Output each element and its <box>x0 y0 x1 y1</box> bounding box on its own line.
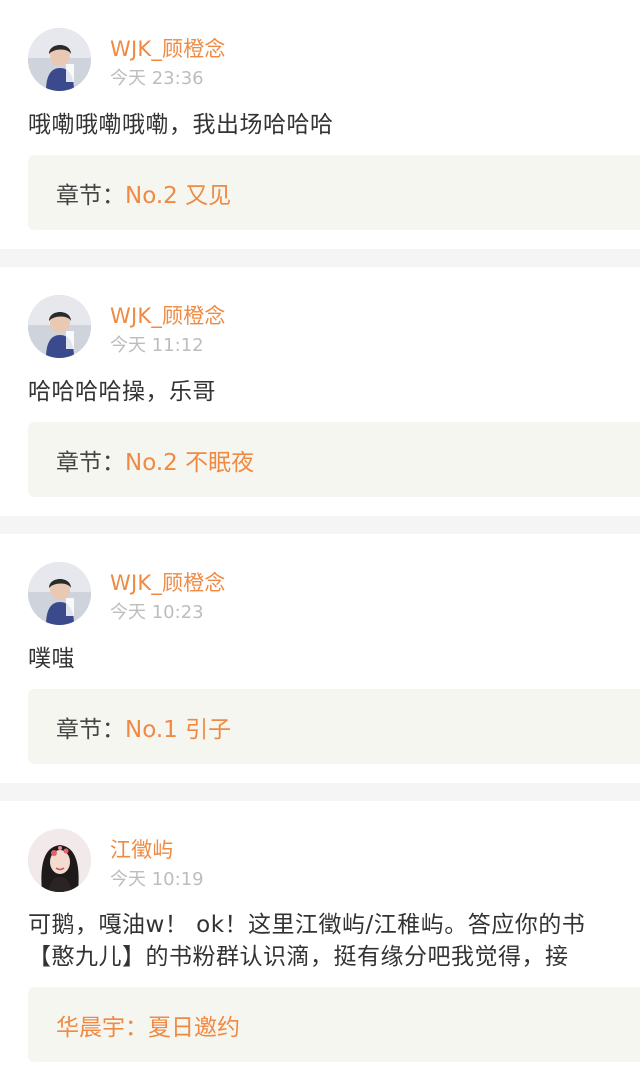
boy-avatar-icon <box>28 562 91 625</box>
comment-feed: WJK_顾橙念 今天 23:36 哦嘞哦嘞哦嘞，我出场哈哈哈 章节： No.2 … <box>0 0 640 1073</box>
username[interactable]: WJK_顾橙念 <box>110 567 226 597</box>
comment-card[interactable]: WJK_顾橙念 今天 11:12 哈哈哈哈操，乐哥 章节： No.2 不眠夜 <box>0 267 640 516</box>
boy-avatar-icon <box>28 28 91 91</box>
book-title: 华晨宇：夏日邀约 <box>56 1014 240 1041</box>
chapter-label: 章节： <box>56 716 125 743</box>
girl-avatar-icon <box>28 829 91 892</box>
chapter-label: 章节： <box>56 449 125 476</box>
avatar[interactable] <box>28 562 91 625</box>
avatar[interactable] <box>28 829 91 892</box>
timestamp: 今天 10:19 <box>110 869 204 890</box>
comment-text-line: 可鹅，嘎油w！ ok！这里江徵屿/江稚屿。答应你的书 <box>28 912 586 938</box>
chapter-title: No.2 不眠夜 <box>125 449 255 476</box>
avatar[interactable] <box>28 28 91 91</box>
chapter-link[interactable]: 章节： No.2 又见 <box>28 155 640 230</box>
chapter-title: No.1 引子 <box>125 716 232 743</box>
chapter-link[interactable]: 章节： No.1 引子 <box>28 689 640 764</box>
comment-text: 哈哈哈哈操，乐哥 <box>28 379 216 405</box>
comment-card[interactable]: 江徵屿 今天 10:19 可鹅，嘎油w！ ok！这里江徵屿/江稚屿。答应你的书 … <box>0 801 640 1073</box>
comment-text: 噗嗤 <box>28 646 75 672</box>
comment-text-line: 【憨九儿】的书粉群认识滴，挺有缘分吧我觉得，接 <box>28 944 569 970</box>
boy-avatar-icon <box>28 295 91 358</box>
chapter-title: No.2 又见 <box>125 182 232 209</box>
comment-card[interactable]: WJK_顾橙念 今天 10:23 噗嗤 章节： No.1 引子 <box>0 534 640 783</box>
username[interactable]: WJK_顾橙念 <box>110 33 226 63</box>
chapter-label: 章节： <box>56 182 125 209</box>
comment-card[interactable]: WJK_顾橙念 今天 23:36 哦嘞哦嘞哦嘞，我出场哈哈哈 章节： No.2 … <box>0 0 640 249</box>
book-link[interactable]: 华晨宇：夏日邀约 <box>28 987 640 1062</box>
username[interactable]: 江徵屿 <box>110 834 174 864</box>
username[interactable]: WJK_顾橙念 <box>110 300 226 330</box>
timestamp: 今天 11:12 <box>110 335 204 356</box>
comment-text: 哦嘞哦嘞哦嘞，我出场哈哈哈 <box>28 112 334 138</box>
comment-text: 可鹅，嘎油w！ ok！这里江徵屿/江稚屿。答应你的书 【憨九儿】的书粉群认识滴，… <box>28 909 585 973</box>
timestamp: 今天 10:23 <box>110 602 204 623</box>
chapter-link[interactable]: 章节： No.2 不眠夜 <box>28 422 640 497</box>
avatar[interactable] <box>28 295 91 358</box>
timestamp: 今天 23:36 <box>110 68 204 89</box>
